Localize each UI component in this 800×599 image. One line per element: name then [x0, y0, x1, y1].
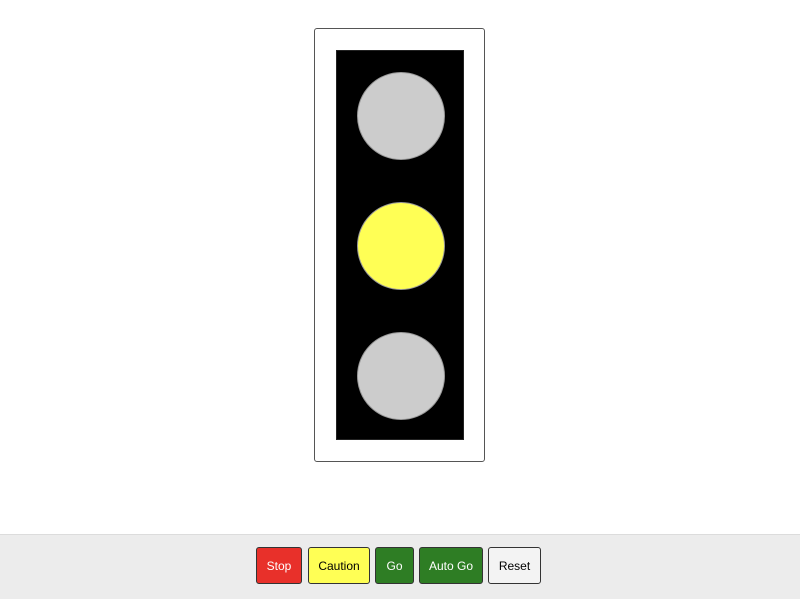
red-lamp [357, 72, 445, 160]
go-button[interactable]: Go [375, 547, 414, 584]
green-lamp [357, 332, 445, 420]
caution-button[interactable]: Caution [308, 547, 370, 584]
traffic-light-stage [0, 0, 800, 534]
reset-button[interactable]: Reset [488, 547, 541, 584]
stop-button[interactable]: Stop [256, 547, 302, 584]
yellow-lamp [357, 202, 445, 290]
traffic-light-panel [336, 50, 464, 440]
auto-go-button[interactable]: Auto Go [419, 547, 483, 584]
control-toolbar: Stop Caution Go Auto Go Reset [0, 534, 800, 599]
